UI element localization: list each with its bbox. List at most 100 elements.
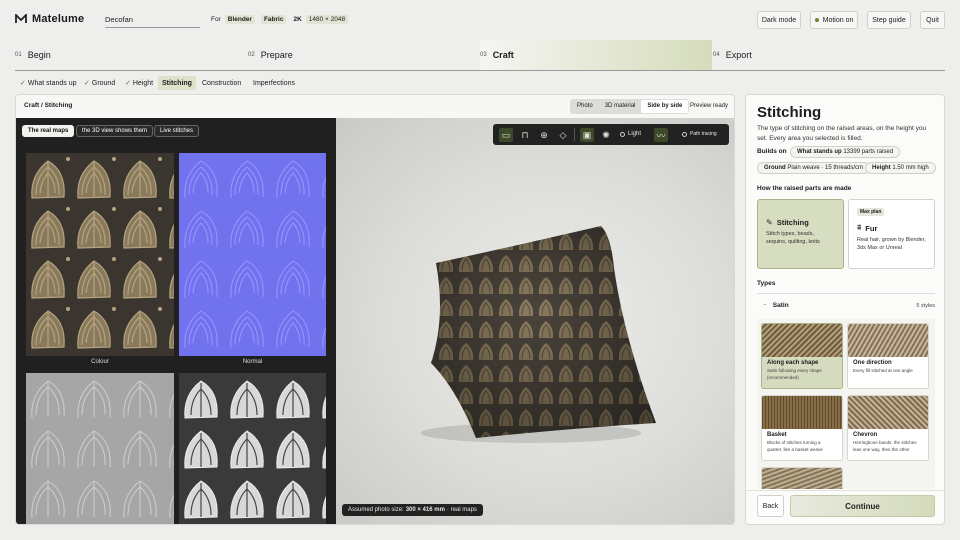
normal-map	[179, 153, 326, 356]
satin-swatch	[762, 324, 842, 357]
style-more[interactable]	[761, 467, 843, 489]
light-toggle[interactable]: Light	[620, 131, 641, 137]
style-desc: Blocks of stitches turning a quarter, li…	[767, 440, 823, 452]
chip-label: Height	[872, 165, 891, 171]
step-num: 03	[480, 52, 487, 58]
how-made-heading: How the raised parts are made	[757, 185, 852, 192]
chevron-swatch	[848, 396, 928, 429]
continue-label: Continue	[845, 501, 880, 511]
real-maps-tab[interactable]: The real maps	[22, 125, 75, 137]
step-export[interactable]: 04 Export	[713, 40, 752, 70]
step-label: Craft	[492, 50, 514, 60]
for-value: Blender	[224, 15, 255, 24]
height-chip[interactable]: Height 1.50 mm high	[865, 162, 936, 174]
graph-icon[interactable]: 〰	[654, 128, 668, 142]
satin-group[interactable]: − Satin 5 styles	[757, 293, 935, 317]
motion-dot-icon	[814, 18, 819, 22]
path-tracing-label: Path tracing	[690, 131, 717, 137]
step-label: Prepare	[260, 50, 293, 60]
style-basket[interactable]: Basket Blocks of stitches turning a quar…	[761, 395, 843, 461]
option-stitching[interactable]: ✎ Stitching Stitch types, beads, sequins…	[757, 199, 844, 269]
max-plan-badge: Max plan	[857, 208, 885, 216]
project-info: For Blender Fabric 2K 1480 × 2048	[211, 15, 349, 24]
step-begin[interactable]: 01 Begin	[15, 40, 51, 70]
view-switcher: Photo 3D material Side by side	[570, 99, 690, 114]
drape-shape-icon[interactable]: ◇	[556, 128, 570, 142]
height-map	[179, 373, 326, 524]
light-label: Light	[628, 131, 642, 137]
styles-scroll[interactable]: Along each shape Satin following every s…	[757, 319, 935, 489]
view-3d-tab[interactable]: 3D material	[599, 100, 642, 113]
subtab-height[interactable]: ✓ Height	[121, 76, 157, 90]
assumed-prefix: Assumed photo size:	[348, 507, 404, 513]
styles-count: 5 styles	[916, 302, 935, 309]
step-label: Export	[725, 50, 752, 60]
view-side-by-side-tab[interactable]: Side by side	[641, 100, 689, 113]
step-num: 04	[713, 52, 720, 58]
back-button[interactable]: Back	[757, 495, 784, 517]
subtab-construction[interactable]: Construction	[198, 76, 245, 90]
subtab-imperfections[interactable]: Imperfections	[249, 76, 299, 90]
project-name-field[interactable]: Decofan	[105, 12, 200, 28]
option-fur[interactable]: Max plan ⩩ Fur Real hair, grown by Blend…	[848, 199, 935, 269]
step-guide-button[interactable]: Step guide	[867, 11, 911, 29]
style-desc: Every fill stitched at one angle	[853, 368, 913, 373]
style-title: Basket	[767, 432, 787, 438]
ground-chip[interactable]: Ground Plain weave · 15 threads/cm	[757, 162, 871, 174]
chip-label: What stands up	[797, 149, 842, 155]
normal-map-label: Normal	[242, 359, 263, 365]
style-title: Chevron	[853, 432, 878, 438]
subtab-ground[interactable]: ✓ Ground	[80, 76, 119, 90]
toolbar-divider	[574, 128, 575, 141]
style-one-direction[interactable]: One direction Every fill stitched at one…	[847, 323, 929, 389]
dark-mode-label: Dark mode	[761, 16, 797, 24]
colour-map-label: Colour	[91, 359, 109, 365]
quit-label: Quit	[926, 16, 939, 24]
3d-viewer[interactable]: ▭ ⊓ ⊕ ◇ ▣ ✺ Light 〰 Path tracing Assumed…	[336, 118, 734, 524]
step-prepare[interactable]: 02 Prepare	[248, 40, 293, 70]
wsu-chip[interactable]: What stands up 13399 parts raised	[790, 146, 901, 158]
step-label: Begin	[27, 50, 51, 60]
motion-label: Motion on	[822, 16, 854, 24]
dark-mode-button[interactable]: Dark mode	[757, 11, 801, 29]
check-icon: ✓	[125, 80, 131, 87]
option-title: Fur	[865, 223, 878, 233]
pillow-shape-icon[interactable]: ▭	[499, 128, 513, 142]
chip-value: Plain weave · 15 threads/cm	[787, 165, 864, 171]
sphere-shape-icon[interactable]: ⊕	[537, 128, 551, 142]
step-craft[interactable]: 03 Craft	[480, 40, 712, 70]
preview-status: Preview ready	[690, 103, 729, 109]
option-title: Stitching	[776, 218, 809, 227]
sun-icon[interactable]: ✺	[599, 128, 613, 142]
view-shows-tab[interactable]: the 3D view shows them	[76, 125, 154, 137]
quit-button[interactable]: Quit	[920, 11, 945, 29]
assumed-size-note: Assumed photo size: 300 × 416 mm · real …	[342, 504, 483, 516]
step-num: 02	[248, 52, 255, 58]
subtab-label: Ground	[91, 79, 116, 87]
builds-on-label: Builds on	[757, 148, 787, 155]
subtab-what-stands-up[interactable]: ✓ What stands up	[16, 76, 81, 90]
style-chevron[interactable]: Chevron Herringbone bands: the stitches …	[847, 395, 929, 461]
live-stitches-tab[interactable]: Live stitches	[154, 125, 200, 137]
motion-toggle[interactable]: Motion on	[810, 11, 858, 29]
continue-button[interactable]: Continue	[790, 495, 935, 517]
app-logo: Matelume	[15, 13, 84, 25]
for-label: For	[211, 16, 221, 23]
style-title: One direction	[853, 360, 892, 366]
fur-icon: ⩩	[857, 223, 862, 232]
path-tracing-toggle[interactable]: Path tracing	[682, 131, 717, 137]
environment-icon[interactable]: ▣	[580, 128, 594, 142]
subtab-label: What stands up	[27, 79, 77, 87]
subtab-label: Construction	[202, 79, 242, 87]
pillow-preview	[421, 226, 656, 443]
collapse-icon: −	[763, 302, 767, 309]
sofa-shape-icon[interactable]: ⊓	[518, 128, 532, 142]
style-along-each-shape[interactable]: Along each shape Satin following every s…	[761, 323, 843, 389]
logo-icon	[15, 14, 27, 23]
style-title: Along each shape	[767, 360, 819, 366]
needle-icon: ✎	[766, 218, 773, 227]
subtab-stitching[interactable]: Stitching	[158, 76, 196, 90]
view-photo-tab[interactable]: Photo	[571, 100, 599, 113]
panel-description: The type of stitching on the raised area…	[757, 125, 927, 142]
direction-swatch	[848, 324, 928, 357]
